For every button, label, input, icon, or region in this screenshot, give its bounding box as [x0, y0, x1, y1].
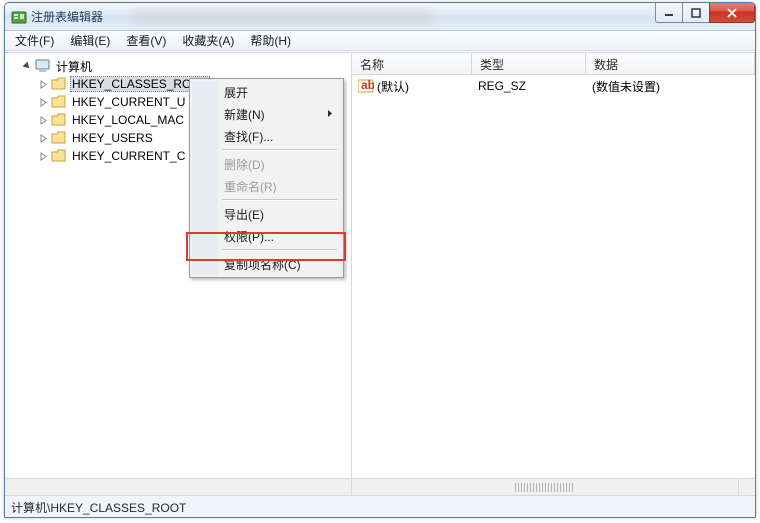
tree-root-computer[interactable]: 计算机	[21, 57, 349, 75]
status-path: 计算机\HKEY_CLASSES_ROOT	[11, 501, 186, 515]
expand-icon[interactable]	[37, 78, 49, 90]
column-header-data[interactable]: 数据	[586, 53, 755, 74]
menubar: 文件(F) 编辑(E) 查看(V) 收藏夹(A) 帮助(H)	[5, 31, 755, 51]
context-rename: 重命名(R)	[192, 175, 341, 197]
tree-label: HKEY_USERS	[70, 130, 155, 146]
menu-file[interactable]: 文件(F)	[7, 30, 62, 51]
list-header: 名称 类型 数据	[352, 53, 755, 75]
column-header-name[interactable]: 名称	[352, 53, 472, 74]
value-data: (数值未设置)	[586, 78, 755, 95]
folder-icon	[51, 113, 67, 127]
column-header-type[interactable]: 类型	[472, 53, 586, 74]
window-title: 注册表编辑器	[31, 8, 103, 25]
context-find[interactable]: 查找(F)...	[192, 125, 341, 147]
list-row[interactable]: ab (默认) REG_SZ (数值未设置)	[352, 77, 755, 95]
context-menu: 展开 新建(N) 查找(F)... 删除(D) 重命名(R) 导出(E) 权限(…	[189, 78, 344, 278]
list-horizontal-scrollbar[interactable]	[352, 478, 738, 495]
context-delete: 删除(D)	[192, 153, 341, 175]
string-value-icon: ab	[358, 79, 374, 93]
expand-icon[interactable]	[37, 150, 49, 162]
titlebar[interactable]: 注册表编辑器	[5, 3, 755, 31]
menu-edit[interactable]: 编辑(E)	[62, 30, 118, 51]
minimize-button[interactable]	[655, 3, 683, 23]
app-icon	[11, 9, 27, 25]
tree-label: 计算机	[54, 57, 94, 76]
client-area: 计算机 HKEY_CLASSES_ROOT HKEY_CURRENT_U HKE…	[5, 52, 755, 495]
maximize-button[interactable]	[682, 3, 710, 23]
svg-text:ab: ab	[361, 79, 374, 92]
value-name: (默认)	[377, 78, 409, 95]
tree-label: HKEY_CURRENT_C	[70, 148, 187, 164]
tree-label: HKEY_CURRENT_U	[70, 94, 187, 110]
submenu-arrow-icon	[327, 107, 333, 121]
context-export[interactable]: 导出(E)	[192, 203, 341, 225]
context-copy-key-name[interactable]: 复制项名称(C)	[192, 253, 341, 275]
collapse-icon[interactable]	[21, 60, 33, 72]
computer-icon	[35, 59, 51, 73]
list-body: ab (默认) REG_SZ (数值未设置)	[352, 75, 755, 97]
expand-icon[interactable]	[37, 96, 49, 108]
registry-editor-window: 注册表编辑器 文件(F) 编辑(E) 查看(V) 收藏夹(A) 帮助(H) 计算…	[4, 2, 756, 518]
window-controls	[656, 3, 755, 23]
close-button[interactable]	[709, 3, 755, 23]
context-new[interactable]: 新建(N)	[192, 103, 341, 125]
statusbar: 计算机\HKEY_CLASSES_ROOT	[5, 495, 755, 517]
folder-icon	[51, 149, 67, 163]
expand-icon[interactable]	[37, 132, 49, 144]
tree-horizontal-scrollbar[interactable]	[5, 478, 351, 495]
menu-favorites[interactable]: 收藏夹(A)	[174, 30, 242, 51]
list-pane: 名称 类型 数据 ab (默认) REG_SZ (数值未设置)	[352, 53, 755, 495]
folder-icon	[51, 95, 67, 109]
menu-help[interactable]: 帮助(H)	[242, 30, 299, 51]
expand-icon[interactable]	[37, 114, 49, 126]
tree-label: HKEY_LOCAL_MAC	[70, 112, 186, 128]
blurred-region	[133, 10, 433, 24]
value-type: REG_SZ	[472, 79, 586, 93]
folder-icon	[51, 131, 67, 145]
menu-view[interactable]: 查看(V)	[118, 30, 174, 51]
context-permissions[interactable]: 权限(P)...	[192, 225, 341, 247]
context-expand[interactable]: 展开	[192, 81, 341, 103]
scroll-corner	[738, 478, 755, 495]
folder-icon	[51, 77, 67, 91]
